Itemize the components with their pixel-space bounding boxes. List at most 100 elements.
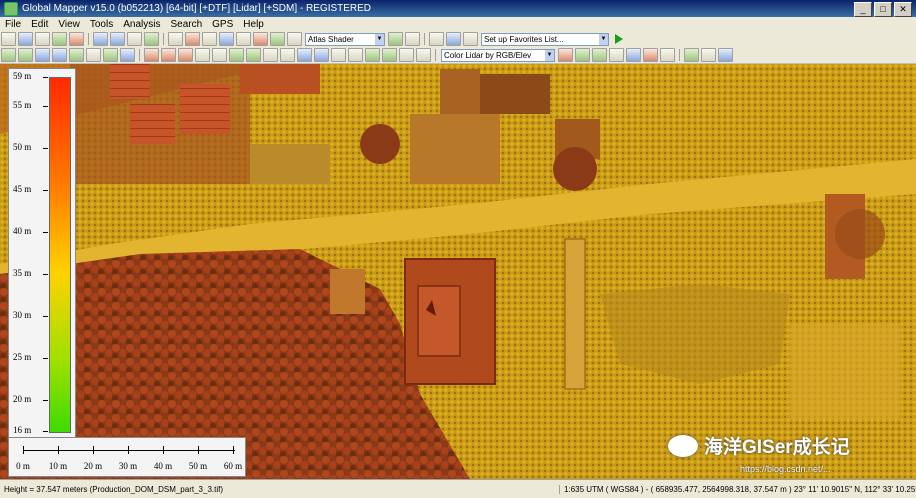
run-favorite-icon[interactable] <box>615 34 623 44</box>
classify-icon[interactable] <box>558 48 573 62</box>
edit-vertex-icon[interactable] <box>348 48 363 62</box>
menu-search[interactable]: Search <box>165 19 207 30</box>
watermark-text: 海洋GISer成长记 <box>704 437 850 458</box>
menu-file[interactable]: File <box>0 19 26 30</box>
building <box>130 104 175 144</box>
map-view[interactable] <box>0 64 916 479</box>
edit-vertex-icon[interactable] <box>263 48 278 62</box>
edit-vertex-icon[interactable] <box>229 48 244 62</box>
scale-tick <box>23 446 24 454</box>
vertical-exaggeration-icon[interactable] <box>429 32 444 46</box>
maximize-button[interactable]: □ <box>874 2 892 17</box>
lidar-color-select[interactable]: Color Lidar by RGB/Elev ▼ <box>441 48 555 62</box>
menu-tools[interactable]: Tools <box>85 19 118 30</box>
menu-view[interactable]: View <box>53 19 85 30</box>
scale-tick <box>93 446 94 454</box>
menu-analysis[interactable]: Analysis <box>118 19 165 30</box>
lidar-tool-icon[interactable] <box>69 48 84 62</box>
building <box>240 64 320 94</box>
zoom-out-icon[interactable] <box>110 32 125 46</box>
feature-info-icon[interactable] <box>219 32 234 46</box>
close-button[interactable]: ✕ <box>894 2 912 17</box>
full-view-icon[interactable] <box>144 32 159 46</box>
classify-icon[interactable] <box>575 48 590 62</box>
menu-edit[interactable]: Edit <box>26 19 53 30</box>
classify-icon[interactable] <box>592 48 607 62</box>
legend-label: 30 m <box>13 310 49 320</box>
pan-icon[interactable] <box>127 32 142 46</box>
save-icon[interactable] <box>18 32 33 46</box>
chevron-down-icon: ▼ <box>375 33 384 45</box>
scale-line <box>23 450 235 451</box>
separator <box>435 49 436 61</box>
minimize-button[interactable]: _ <box>854 2 872 17</box>
grid-icon[interactable] <box>701 48 716 62</box>
separator <box>88 33 89 45</box>
main-toolbar: Atlas Shader ▼ Set up Favorites List... … <box>0 31 916 48</box>
measure-icon[interactable] <box>202 32 217 46</box>
overlay-control-icon[interactable] <box>52 32 67 46</box>
tree <box>835 209 885 259</box>
print-icon[interactable] <box>35 32 50 46</box>
light-direction-icon[interactable] <box>405 32 420 46</box>
grid-icon[interactable] <box>718 48 733 62</box>
edit-vertex-icon[interactable] <box>195 48 210 62</box>
menu-gps[interactable]: GPS <box>207 19 238 30</box>
legend-label: 55 m <box>13 100 49 110</box>
edit-vertex-icon[interactable] <box>365 48 380 62</box>
edit-vertex-icon[interactable] <box>144 48 159 62</box>
edit-vertex-icon[interactable] <box>416 48 431 62</box>
lidar-tool-icon[interactable] <box>1 48 16 62</box>
contour-icon[interactable] <box>446 32 461 46</box>
view-shed-icon[interactable] <box>253 32 268 46</box>
window-title: Global Mapper v15.0 (b052213) [64-bit] [… <box>22 3 372 14</box>
edit-vertex-icon[interactable] <box>178 48 193 62</box>
classify-icon[interactable] <box>626 48 641 62</box>
lidar-tool-icon[interactable] <box>18 48 33 62</box>
chevron-down-icon: ▼ <box>545 49 554 61</box>
zoom-in-icon[interactable] <box>93 32 108 46</box>
edit-vertex-icon[interactable] <box>314 48 329 62</box>
edit-vertex-icon[interactable] <box>382 48 397 62</box>
building <box>180 84 230 134</box>
shader-select[interactable]: Atlas Shader ▼ <box>305 32 385 46</box>
map-layout-icon[interactable] <box>287 32 302 46</box>
app-icon <box>4 1 18 16</box>
lidar-tool-icon[interactable] <box>52 48 67 62</box>
edit-vertex-icon[interactable] <box>399 48 414 62</box>
legend-label: 16 m <box>13 425 49 435</box>
config-icon[interactable] <box>69 32 84 46</box>
digitizer-icon[interactable] <box>185 32 200 46</box>
edit-vertex-icon[interactable] <box>297 48 312 62</box>
building <box>410 114 500 184</box>
favorites-select[interactable]: Set up Favorites List... ▼ <box>481 32 609 46</box>
scale-tick <box>128 446 129 454</box>
open-folder-icon[interactable] <box>1 32 16 46</box>
edit-vertex-icon[interactable] <box>331 48 346 62</box>
scale-tick <box>233 446 234 454</box>
edit-vertex-icon[interactable] <box>246 48 261 62</box>
tree <box>553 147 597 191</box>
edit-vertex-icon[interactable] <box>280 48 295 62</box>
menu-help[interactable]: Help <box>238 19 269 30</box>
3d-view-icon[interactable] <box>270 32 285 46</box>
classify-icon[interactable] <box>609 48 624 62</box>
select-icon[interactable] <box>168 32 183 46</box>
classify-icon[interactable] <box>660 48 675 62</box>
legend-label: 35 m <box>13 268 49 278</box>
title-bar: Global Mapper v15.0 (b052213) [64-bit] [… <box>0 0 916 17</box>
classify-icon[interactable] <box>643 48 658 62</box>
edit-vertex-icon[interactable] <box>161 48 176 62</box>
shader-options-icon[interactable] <box>388 32 403 46</box>
edit-vertex-icon[interactable] <box>212 48 227 62</box>
tree <box>360 124 400 164</box>
water-level-icon[interactable] <box>463 32 478 46</box>
lidar-tool-icon[interactable] <box>103 48 118 62</box>
lidar-tool-icon[interactable] <box>35 48 50 62</box>
path-profile-icon[interactable] <box>236 32 251 46</box>
watermark: 海洋GISer成长记 <box>668 432 850 459</box>
shed <box>564 238 586 390</box>
lidar-tool-icon[interactable] <box>120 48 135 62</box>
lidar-tool-icon[interactable] <box>86 48 101 62</box>
grid-icon[interactable] <box>684 48 699 62</box>
